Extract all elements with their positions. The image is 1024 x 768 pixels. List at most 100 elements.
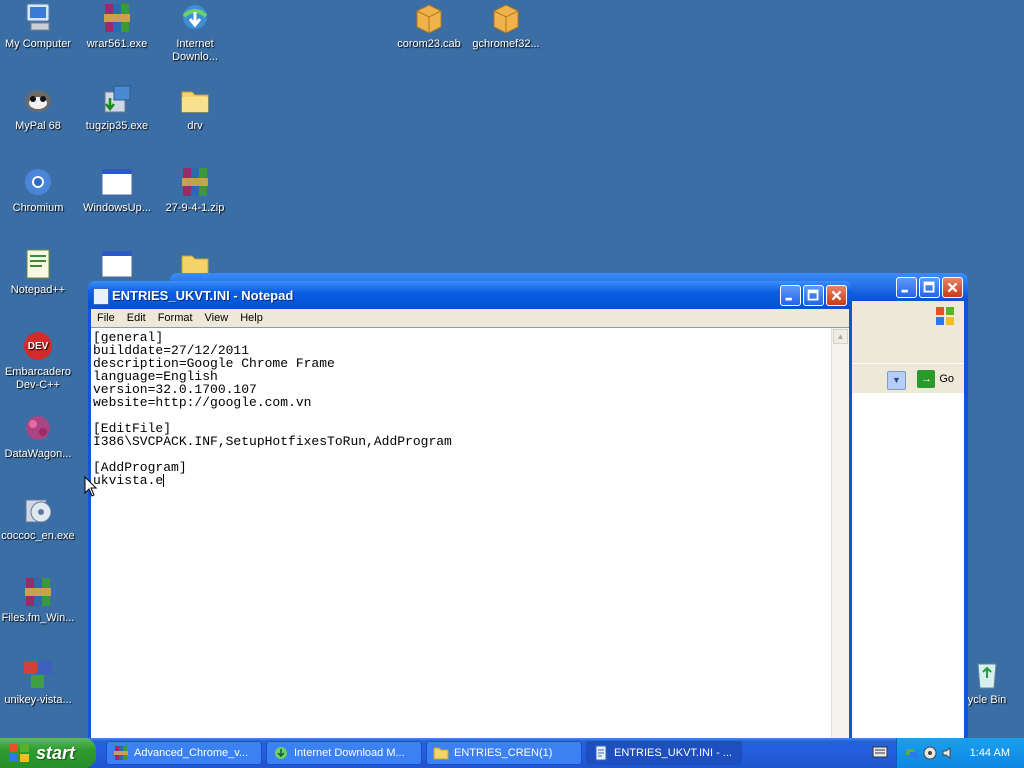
folder-icon (433, 747, 449, 760)
desktop-icon-label: 27-9-4-1.zip (165, 202, 225, 214)
idm-icon (178, 2, 212, 34)
minimize-icon (785, 297, 792, 301)
notepad-icon (93, 288, 109, 305)
datawagon-icon (21, 412, 55, 444)
window-icon (100, 248, 134, 280)
menu-edit[interactable]: Edit (121, 312, 152, 324)
notepad-icon (595, 745, 607, 761)
taskbar-button-label: Internet Download M... (294, 747, 405, 759)
maximize-icon (807, 289, 819, 301)
desktop-icon-mypal[interactable]: MyPal 68 (0, 84, 78, 133)
desktop-icon-label: MyPal 68 (15, 120, 61, 132)
desktop-icon-27-9-4-1[interactable]: 27-9-4-1.zip (155, 166, 235, 215)
volume-icon[interactable] (941, 746, 955, 760)
editor-content[interactable]: [general] builddate=27/12/2011 descripti… (93, 330, 452, 488)
desktop-icon-coccoc[interactable]: coccoc_en.exe (0, 494, 78, 543)
desktop-icon-label: WindowsUp... (83, 202, 151, 214)
taskbar-button-entries-cren[interactable]: ENTRIES_CREN(1) (426, 741, 582, 765)
notepadpp-icon (21, 248, 55, 280)
close-button[interactable] (942, 277, 963, 298)
taskbar-button-label: ENTRIES_CREN(1) (454, 747, 553, 759)
folder-icon (178, 84, 212, 116)
chromium-icon (21, 166, 55, 198)
address-dropdown-button[interactable]: ▼ (887, 371, 906, 390)
taskbar-button-label: ENTRIES_UKVT.INI - ... (614, 747, 732, 759)
close-button[interactable] (826, 285, 847, 306)
go-button[interactable]: → Go (917, 369, 954, 389)
notepad-titlebar[interactable]: ENTRIES_UKVT.INI - Notepad (88, 281, 852, 309)
desktop-icon-label: DataWagon... (4, 448, 72, 460)
system-tray: 1:44 AM (896, 738, 1024, 768)
notepad-window[interactable]: ENTRIES_UKVT.INI - Notepad File Edit For… (88, 281, 852, 743)
taskbar-button-idm[interactable]: Internet Download M... (266, 741, 422, 765)
maximize-icon (923, 281, 935, 293)
desktop-icon-devcpp[interactable]: DEV Embarcadero Dev-C++ (0, 330, 78, 392)
mypal-icon (21, 84, 55, 116)
start-label: start (36, 742, 76, 763)
taskbar-button-entries-ukvt[interactable]: ENTRIES_UKVT.INI - ... (586, 741, 742, 765)
windows-flag-icon (9, 744, 29, 762)
menu-view[interactable]: View (199, 312, 235, 324)
menu-format[interactable]: Format (152, 312, 199, 324)
minimize-button[interactable] (896, 277, 917, 298)
desktop-icon-corom23[interactable]: corom23.cab (389, 2, 469, 51)
maximize-button[interactable] (803, 285, 824, 306)
windows-logo-icon (936, 307, 954, 325)
desktop-icon-label: Notepad++ (10, 284, 66, 296)
minimize-button[interactable] (780, 285, 801, 306)
taskbar-button-advanced-chrome[interactable]: Advanced_Chrome_v... (106, 741, 262, 765)
winrar-icon (100, 2, 134, 34)
desktop-icon-drv[interactable]: drv (155, 84, 235, 133)
desktop-icon-internet-download[interactable]: Internet Downlo... (155, 2, 235, 64)
go-arrow-icon: → (917, 370, 936, 388)
taskbar: start Advanced_Chrome_v... Internet Down… (0, 738, 1024, 768)
installer-icon (100, 84, 134, 116)
desktop-icon-label: Chromium (12, 202, 64, 214)
vertical-scrollbar[interactable]: ▲ (831, 328, 849, 743)
desktop-icon-filesfm[interactable]: Files.fm_Win... (0, 576, 78, 625)
minimize-icon (901, 289, 908, 293)
desktop-icon-label: corom23.cab (397, 38, 461, 50)
taskbar-button-label: Advanced_Chrome_v... (134, 747, 249, 759)
desktop-icon-label: drv (187, 120, 203, 132)
winrar-icon (178, 166, 212, 198)
maximize-button[interactable] (919, 277, 940, 298)
desktop-icon-label: Files.fm_Win... (1, 612, 75, 624)
desktop-icon-notepadpp[interactable]: Notepad++ (0, 248, 78, 297)
desktop-icon-label: Embarcadero Dev-C++ (4, 366, 72, 391)
svg-text:DEV: DEV (28, 341, 49, 352)
window-title: ENTRIES_UKVT.INI - Notepad (112, 288, 294, 303)
desktop-icon-chromium[interactable]: Chromium (0, 166, 78, 215)
desktop-icon-unikey[interactable]: unikey-vista... (0, 658, 78, 707)
unikey-icon (21, 658, 55, 690)
close-icon (947, 282, 958, 293)
recycle-bin-icon (970, 658, 1004, 690)
start-button[interactable]: start (0, 738, 96, 768)
clock[interactable]: 1:44 AM (970, 747, 1010, 759)
desktop-icon-gchromef32[interactable]: gchromef32... (466, 2, 546, 51)
idm-icon (275, 747, 287, 759)
desktop-icon-tugzip[interactable]: tugzip35.exe (77, 84, 157, 133)
desktop-icon-window2[interactable] (77, 248, 157, 284)
desktop-icon-label: coccoc_en.exe (1, 530, 75, 542)
window-icon (100, 166, 134, 198)
desktop-icon-my-computer[interactable]: My Computer (0, 2, 78, 51)
desktop-icon-windowsup[interactable]: WindowsUp... (77, 166, 157, 215)
keyboard-icon[interactable] (872, 745, 888, 759)
desktop-icon-label: unikey-vista... (4, 694, 72, 706)
menu-bar: File Edit Format View Help (91, 309, 849, 327)
go-label: Go (939, 373, 954, 385)
menu-file[interactable]: File (91, 312, 121, 324)
desktop-icon-wrar561[interactable]: wrar561.exe (77, 2, 157, 51)
network-icon[interactable] (905, 746, 919, 760)
desktop-icon-datawagon[interactable]: DataWagon... (0, 412, 78, 461)
mouse-cursor-icon (84, 476, 98, 497)
cab-icon (412, 2, 446, 34)
security-icon[interactable] (923, 746, 937, 760)
scroll-up-button[interactable]: ▲ (833, 329, 848, 344)
menu-help[interactable]: Help (234, 312, 269, 324)
desktop-icon-label: gchromef32... (472, 38, 540, 50)
text-editor[interactable]: [general] builddate=27/12/2011 descripti… (91, 327, 849, 743)
desktop-icon-label: tugzip35.exe (85, 120, 149, 132)
devcpp-icon: DEV (21, 330, 55, 362)
